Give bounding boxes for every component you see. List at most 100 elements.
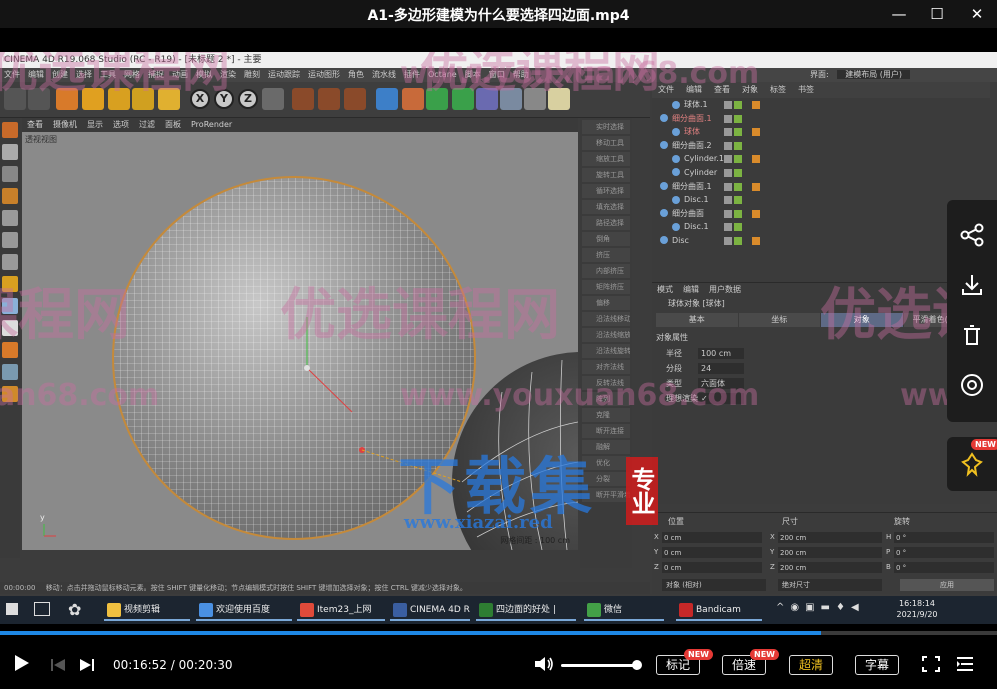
attribute-value[interactable]: ✓ [698,393,744,404]
c4d-menu-item[interactable]: 动画 [172,70,188,79]
points-mode-icon[interactable] [2,210,18,226]
mesh-tool-item[interactable]: 克隆 [582,408,630,422]
object-row[interactable]: 细分曲面.1 [652,112,990,126]
taskbar-task[interactable]: 视频剪辑 [104,599,190,621]
windows-start-icon[interactable] [6,603,18,615]
visibility-dots-icon[interactable] [724,236,732,245]
progress-bar[interactable] [0,631,997,635]
coord-position-value[interactable]: 0 cm [662,532,762,543]
mesh-tool-item[interactable]: 填充选择 [582,200,630,214]
c4d-menu-item[interactable]: 帮助 [513,70,529,79]
taskbar-task[interactable]: 四边面的好处 | [476,599,576,621]
c4d-menu-item[interactable]: 文件 [4,70,20,79]
previous-icon[interactable] [50,656,66,677]
enabled-check-icon[interactable] [734,155,742,164]
camera-icon[interactable] [524,88,546,110]
move-tool-icon[interactable] [82,88,104,110]
redo-icon[interactable] [28,88,50,110]
material-tag-icon[interactable] [752,101,760,109]
make-editable-icon[interactable] [2,122,18,138]
object-row[interactable]: Disc [652,234,990,248]
mesh-tool-item[interactable]: 移动工具 [582,136,630,150]
mesh-tool-item[interactable]: 阵列 [582,392,630,406]
taskbar-task[interactable]: 微信 [584,599,664,621]
quantize-icon[interactable] [2,386,18,402]
object-row[interactable]: Cylinder [652,166,990,180]
mesh-tool-item[interactable]: 矩阵挤压 [582,280,630,294]
apply-button[interactable]: 应用 [900,579,994,591]
visibility-dots-icon[interactable] [724,128,732,137]
axis-mode-icon[interactable] [2,276,18,292]
coord-size-value[interactable]: 200 cm [778,562,882,573]
render-picture-icon[interactable] [318,88,340,110]
coord-size-value[interactable]: 200 cm [778,532,882,543]
enabled-check-icon[interactable] [734,182,742,191]
attribute-tab[interactable]: 坐标 [738,313,820,327]
object-row[interactable]: 细分曲面.1 [652,180,990,194]
attribute-tab[interactable]: 基本 [656,313,738,327]
mesh-tool-item[interactable]: 沿法线缩放 [582,328,630,342]
attribute-menu-item[interactable]: 模式 [657,285,673,294]
object-row[interactable]: Disc.1 [652,193,990,207]
c4d-menu-item[interactable]: 脚本 [465,70,481,79]
mesh-tool-item[interactable]: 对齐法线 [582,360,630,374]
c4d-menu-item[interactable]: 选择 [76,70,92,79]
play-icon[interactable] [14,654,30,677]
undo-icon[interactable] [4,88,26,110]
mesh-tool-item[interactable]: 实时选择 [582,120,630,134]
enabled-check-icon[interactable] [734,168,742,177]
workplane-icon[interactable] [2,342,18,358]
render-settings-icon[interactable] [344,88,366,110]
subtitle-button[interactable]: 字幕 [855,655,899,675]
taskbar-clock[interactable]: 16:18:14 2021/9/20 [893,598,941,620]
coord-rotation-value[interactable]: 0 ° [894,547,994,558]
taskbar-task[interactable]: Bandicam [676,599,762,621]
c4d-menu-item[interactable]: 雕刻 [244,70,260,79]
trash-icon[interactable] [959,322,985,348]
coord-rotation-value[interactable]: 0 ° [894,532,994,543]
pin-icon[interactable] [959,451,985,477]
c4d-menu-item[interactable]: 流水线 [372,70,396,79]
object-row[interactable]: 细分曲面 [652,207,990,221]
x-axis-icon[interactable]: X [190,89,210,109]
c4d-menu-item[interactable]: 插件 [404,70,420,79]
object-menu-item[interactable]: 对象 [742,85,758,94]
attribute-value[interactable]: 六面体 [698,378,744,389]
object-row[interactable]: 球体.1 [652,98,990,112]
viewport-menu-item[interactable]: 显示 [87,120,103,129]
object-menu-item[interactable]: 文件 [658,85,674,94]
checker-icon[interactable] [2,166,18,182]
enabled-check-icon[interactable] [734,236,742,245]
volume-slider[interactable] [561,660,642,670]
coord-position-value[interactable]: 0 cm [662,562,762,573]
c4d-menu-item[interactable]: 运动跟踪 [268,70,300,79]
close-icon[interactable]: ✕ [964,2,990,26]
deformer-icon[interactable] [476,88,498,110]
model-mode-icon[interactable] [2,144,18,160]
object-row[interactable]: Cylinder.1 [652,152,990,166]
mesh-tool-item[interactable]: 反转法线 [582,376,630,390]
enabled-check-icon[interactable] [734,114,742,123]
render-view-icon[interactable] [292,88,314,110]
attribute-menu-item[interactable]: 用户数据 [709,285,741,294]
viewport-menu-item[interactable]: 选项 [113,120,129,129]
next-icon[interactable] [79,656,95,677]
material-tag-icon[interactable] [752,236,760,245]
c4d-menu-item[interactable]: 捕捉 [148,70,164,79]
visibility-dots-icon[interactable] [724,196,732,205]
mesh-tool-item[interactable]: 路径选择 [582,216,630,230]
viewport-menu-item[interactable]: 面板 [165,120,181,129]
minimize-icon[interactable]: — [886,2,912,26]
c4d-menu-item[interactable]: Octane [428,70,457,79]
attribute-value[interactable]: 100 cm [698,348,744,359]
share-icon[interactable] [959,222,985,248]
pen-icon[interactable] [402,88,424,110]
taskbar-task[interactable]: CINEMA 4D R [390,599,470,621]
mesh-tool-item[interactable]: 循环选择 [582,184,630,198]
material-tag-icon[interactable] [752,155,760,164]
c4d-menu-item[interactable]: 编辑 [28,70,44,79]
mesh-tool-item[interactable]: 旋转工具 [582,168,630,182]
c4d-menu-item[interactable]: 工具 [100,70,116,79]
target-icon[interactable] [959,372,985,398]
viewport-menu-item[interactable]: ProRender [191,120,232,129]
